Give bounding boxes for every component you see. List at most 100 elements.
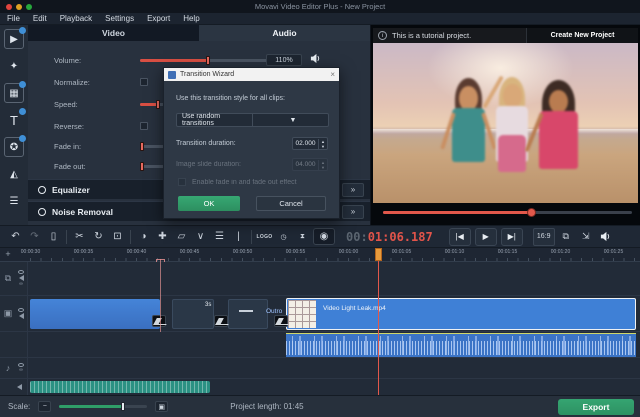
zoom-out-button[interactable]: − [38, 401, 51, 412]
overlay-track-header[interactable]: ⧉ ∞ [0, 262, 28, 295]
transition-duration-value[interactable]: 02.000 [293, 140, 318, 147]
audio-track[interactable] [0, 379, 640, 395]
visibility-icon[interactable] [18, 308, 24, 312]
unpin-preview-icon[interactable]: ⧉ [557, 228, 575, 246]
preview-volume-icon[interactable] [597, 228, 615, 246]
delete-icon[interactable]: ▯ [45, 228, 62, 245]
sidebar-item-filters[interactable]: ✦ [4, 56, 24, 76]
fit-timeline-button[interactable]: ▣ [155, 401, 168, 412]
timeline-ruler[interactable]: + 00:00:30 00:00:35 00:00:40 00:00:45 00… [0, 248, 640, 262]
scale-thumb[interactable] [121, 402, 125, 411]
media-import-icon: ▶ [10, 34, 18, 45]
timeline-scale-slider[interactable] [59, 405, 147, 408]
previous-frame-button[interactable]: |◀ [449, 228, 471, 246]
mute-icon[interactable] [19, 313, 24, 319]
menu-edit[interactable]: Edit [33, 14, 47, 23]
sidebar-item-transitions[interactable]: ▦ [4, 83, 24, 103]
sidebar-item-more[interactable]: ☰ [4, 191, 24, 211]
pan-zoom-icon[interactable]: ✚ [154, 228, 171, 245]
link-icon[interactable]: ∞ [19, 282, 23, 287]
marker-icon[interactable]: | [230, 228, 247, 245]
preview-panel: i This is a tutorial project. Create New… [370, 25, 640, 225]
play-button[interactable]: ▶ [475, 228, 497, 246]
volume-value[interactable]: 110% [266, 54, 302, 66]
clip-properties-icon[interactable]: ☰ [211, 228, 228, 245]
ruler-label: 00:01:00 [322, 249, 375, 255]
audio-track-header[interactable] [0, 379, 28, 395]
next-frame-button[interactable]: ▶| [501, 228, 523, 246]
noise-removal-icon [38, 208, 46, 216]
normalize-checkbox[interactable] [140, 78, 148, 86]
selected-video-clip[interactable]: Video Light Leak.mp4 [286, 298, 636, 330]
video-preview-frame[interactable] [373, 43, 638, 203]
split-icon[interactable]: ✂ [71, 228, 88, 245]
crop-icon[interactable]: ⊡ [109, 228, 126, 245]
transition-wizard-icon[interactable]: ▱ [173, 228, 190, 245]
audio-waveform-clip[interactable] [286, 333, 636, 357]
ruler-label: 00:00:45 [163, 249, 216, 255]
equalizer-icon [38, 186, 46, 194]
transition-style-select[interactable]: Use random transitions ▼ [176, 113, 329, 127]
clip-thumbnail [288, 300, 316, 328]
video-clip-1[interactable] [30, 299, 160, 329]
dialog-title-bar[interactable]: Transition Wizard × [164, 68, 339, 81]
ruler-ticks [30, 258, 640, 261]
seek-handle[interactable] [527, 208, 536, 217]
music-track[interactable]: ♪ ∞ [0, 358, 640, 379]
export-button[interactable]: Export [558, 399, 634, 415]
reverse-checkbox[interactable] [140, 122, 148, 130]
tab-video[interactable]: Video [28, 25, 199, 41]
timer-icon[interactable]: ⧗ [294, 228, 311, 245]
create-new-project-button[interactable]: Create New Project [526, 28, 638, 43]
clock-icon[interactable]: ◷ [275, 228, 292, 245]
visibility-icon[interactable] [18, 270, 24, 274]
timecode-display: 00:01:06.187 [346, 230, 433, 244]
dropdown-arrow-icon[interactable]: ▼ [252, 114, 328, 126]
ruler-label: 00:01:05 [375, 249, 428, 255]
menu-help[interactable]: Help [183, 14, 199, 23]
menu-playback[interactable]: Playback [60, 14, 92, 23]
sidebar-item-import[interactable]: ▶ [4, 29, 24, 49]
menu-settings[interactable]: Settings [105, 14, 134, 23]
sidebar-item-callouts[interactable]: ◭ [4, 164, 24, 184]
fullscreen-icon[interactable]: ⇲ [577, 228, 595, 246]
transition-style-label: Use this transition style for all clips: [176, 95, 285, 102]
transition-badge-icon[interactable] [274, 315, 288, 327]
sidebar-item-stickers[interactable]: ✪ [4, 137, 24, 157]
video-track[interactable]: ▣ 3s Outro Video Light Leak.mp4 [0, 296, 640, 332]
chevron-down-icon[interactable]: ∨ [192, 228, 209, 245]
noise-removal-expand-button[interactable]: » [342, 205, 364, 219]
spin-down-icon[interactable]: ▼ [319, 144, 327, 149]
audio-clip[interactable] [30, 381, 210, 393]
redo-icon[interactable]: ↷ [26, 228, 43, 245]
fade-out-label: Fade out: [54, 162, 86, 171]
seek-bar[interactable] [383, 211, 632, 214]
transition-duration-spinner[interactable]: 02.000 ▲▼ [292, 137, 328, 150]
ruler-label: 00:00:55 [269, 249, 322, 255]
sidebar-item-titles[interactable]: T [4, 110, 24, 130]
capture-icon[interactable]: ◉ [313, 228, 335, 245]
tab-audio[interactable]: Audio [199, 25, 370, 41]
playhead-handle[interactable] [375, 248, 382, 261]
video-clip-3[interactable] [228, 299, 268, 329]
mute-icon[interactable] [17, 384, 22, 390]
undo-icon[interactable]: ↶ [7, 228, 24, 245]
overlay-track[interactable]: ⧉ ∞ [0, 262, 640, 296]
transition-badge-icon[interactable] [152, 315, 166, 327]
transition-badge-icon[interactable] [214, 315, 228, 327]
linked-audio-strip[interactable] [0, 332, 640, 358]
equalizer-expand-button[interactable]: » [342, 183, 364, 197]
menu-export[interactable]: Export [147, 14, 170, 23]
rotate-icon[interactable]: ↻ [90, 228, 107, 245]
close-icon[interactable]: × [330, 70, 335, 79]
video-track-header[interactable]: ▣ [0, 296, 28, 331]
aspect-ratio-button[interactable]: 16:9 [533, 228, 555, 246]
ok-button[interactable]: OK [178, 196, 240, 211]
color-adjustments-icon[interactable]: ◑ [135, 228, 152, 245]
logo-tool-icon[interactable]: LOGO [256, 228, 273, 245]
menu-file[interactable]: File [7, 14, 20, 23]
link-icon[interactable]: ∞ [19, 368, 23, 373]
music-track-header[interactable]: ♪ ∞ [0, 358, 28, 378]
cancel-button[interactable]: Cancel [256, 196, 326, 211]
callouts-icon: ◭ [10, 169, 18, 180]
